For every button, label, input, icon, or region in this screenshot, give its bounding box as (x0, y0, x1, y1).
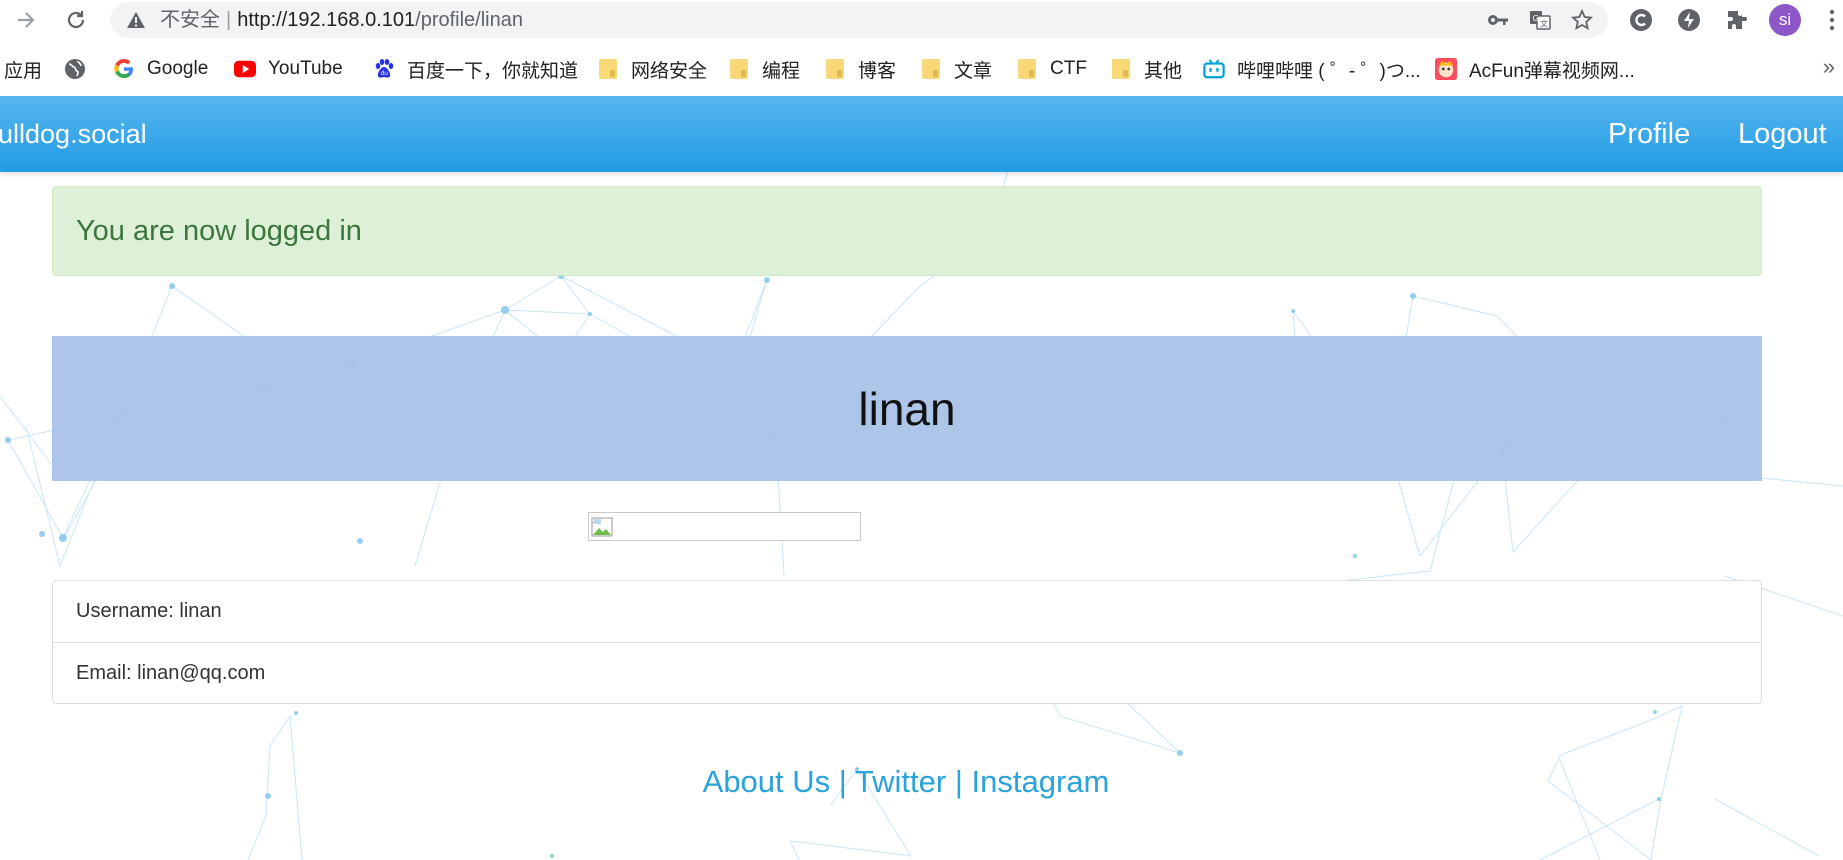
folder-icon (1016, 58, 1038, 80)
folder-icon (824, 58, 846, 80)
footer-links: About Us | Twitter | Instagram (0, 764, 1812, 800)
address-bar[interactable]: 不安全 | http://192.168.0.101/profile/linan G… (110, 2, 1608, 38)
globe-icon (64, 58, 86, 80)
bookmark-folder-programming[interactable]: 编程 (728, 56, 800, 82)
instagram-link[interactable]: Instagram (972, 764, 1110, 799)
bookmark-bilibili[interactable]: 哔哩哔哩 ( ゜- ゜)つ... (1203, 56, 1421, 82)
svg-text:du: du (381, 70, 389, 77)
extensions-puzzle-icon[interactable] (1723, 6, 1751, 34)
forward-arrow-icon (18, 12, 35, 28)
bookmark-folder-ctf[interactable]: CTF (1016, 56, 1087, 82)
security-label: 不安全 (160, 9, 220, 31)
bookmark-apps[interactable]: 应用 (4, 56, 42, 82)
logout-link[interactable]: Logout (1738, 96, 1827, 172)
page-viewport: bulldog.social Profile Logout You are no… (0, 96, 1843, 860)
folder-icon (597, 58, 619, 80)
acfun-icon (1435, 58, 1457, 80)
bookmark-folder-security[interactable]: 网络安全 (597, 56, 707, 82)
url-divider: | (226, 9, 232, 31)
kebab-menu-icon (1829, 9, 1835, 31)
avatar-initials: si (1778, 10, 1792, 29)
folder-icon (728, 58, 750, 80)
browser-menu-button[interactable] (1824, 6, 1840, 34)
folder-icon (1110, 58, 1132, 80)
baidu-paw-icon: du (373, 58, 395, 80)
bookmark-folder-blog[interactable]: 博客 (824, 56, 896, 82)
password-key-icon[interactable] (1486, 8, 1510, 32)
forward-button[interactable] (12, 6, 40, 34)
bookmark-folder-other[interactable]: 其他 (1110, 56, 1182, 82)
folder-icon (920, 58, 942, 80)
google-icon (113, 58, 135, 80)
footer-separator: | (954, 764, 963, 799)
site-navbar: bulldog.social Profile Logout (0, 96, 1843, 172)
about-us-link[interactable]: About Us (703, 764, 831, 799)
profile-image (588, 512, 861, 541)
footer-separator: | (838, 764, 847, 799)
svg-text:G: G (1533, 14, 1539, 23)
reload-button[interactable] (62, 6, 90, 34)
bookmark-baidu[interactable]: du 百度一下，你就知道 (373, 56, 578, 82)
svg-text:文: 文 (1540, 19, 1548, 29)
reload-icon (67, 11, 85, 29)
bookmark-globe[interactable] (64, 56, 98, 82)
profile-link[interactable]: Profile (1608, 96, 1690, 172)
twitter-link[interactable]: Twitter (855, 764, 946, 799)
browser-toolbar: 不安全 | http://192.168.0.101/profile/linan G… (0, 0, 1843, 40)
profile-header: linan (52, 336, 1762, 481)
bookmark-acfun[interactable]: AcFun弹幕视频网... (1435, 56, 1635, 82)
profile-info-list: Username: linan Email: linan@qq.com (52, 580, 1762, 704)
omnibox-actions: G文 (1486, 8, 1594, 32)
bookmark-youtube[interactable]: YouTube (234, 56, 343, 82)
username-row: Username: linan (76, 600, 222, 622)
extension-bolt-icon[interactable] (1675, 6, 1703, 34)
bookmarks-bar: 应用 Google YouTube du 百度一下，你就知道 网络安全 编程 博客… (0, 44, 1843, 94)
login-success-alert: You are now logged in (52, 186, 1762, 276)
warning-icon[interactable] (126, 11, 146, 29)
url-path: /profile/linan (415, 9, 523, 31)
bilibili-tv-icon (1203, 58, 1225, 80)
bookmark-google[interactable]: Google (113, 56, 208, 82)
bookmark-folder-articles[interactable]: 文章 (920, 56, 992, 82)
profile-name: linan (858, 382, 956, 435)
url-text[interactable]: 不安全 | http://192.168.0.101/profile/linan (160, 2, 523, 38)
profile-avatar[interactable]: si (1769, 4, 1801, 36)
email-row: Email: linan@qq.com (53, 642, 1761, 703)
bookmarks-overflow-button[interactable]: » (1823, 54, 1835, 80)
extension-c-icon[interactable] (1627, 6, 1655, 34)
url-host: http://192.168.0.101 (237, 9, 416, 31)
broken-image-icon (591, 517, 613, 537)
site-brand-link[interactable]: bulldog.social (0, 96, 147, 172)
translate-icon[interactable]: G文 (1528, 8, 1552, 32)
youtube-icon (234, 58, 256, 80)
bookmark-star-icon[interactable] (1570, 8, 1594, 32)
